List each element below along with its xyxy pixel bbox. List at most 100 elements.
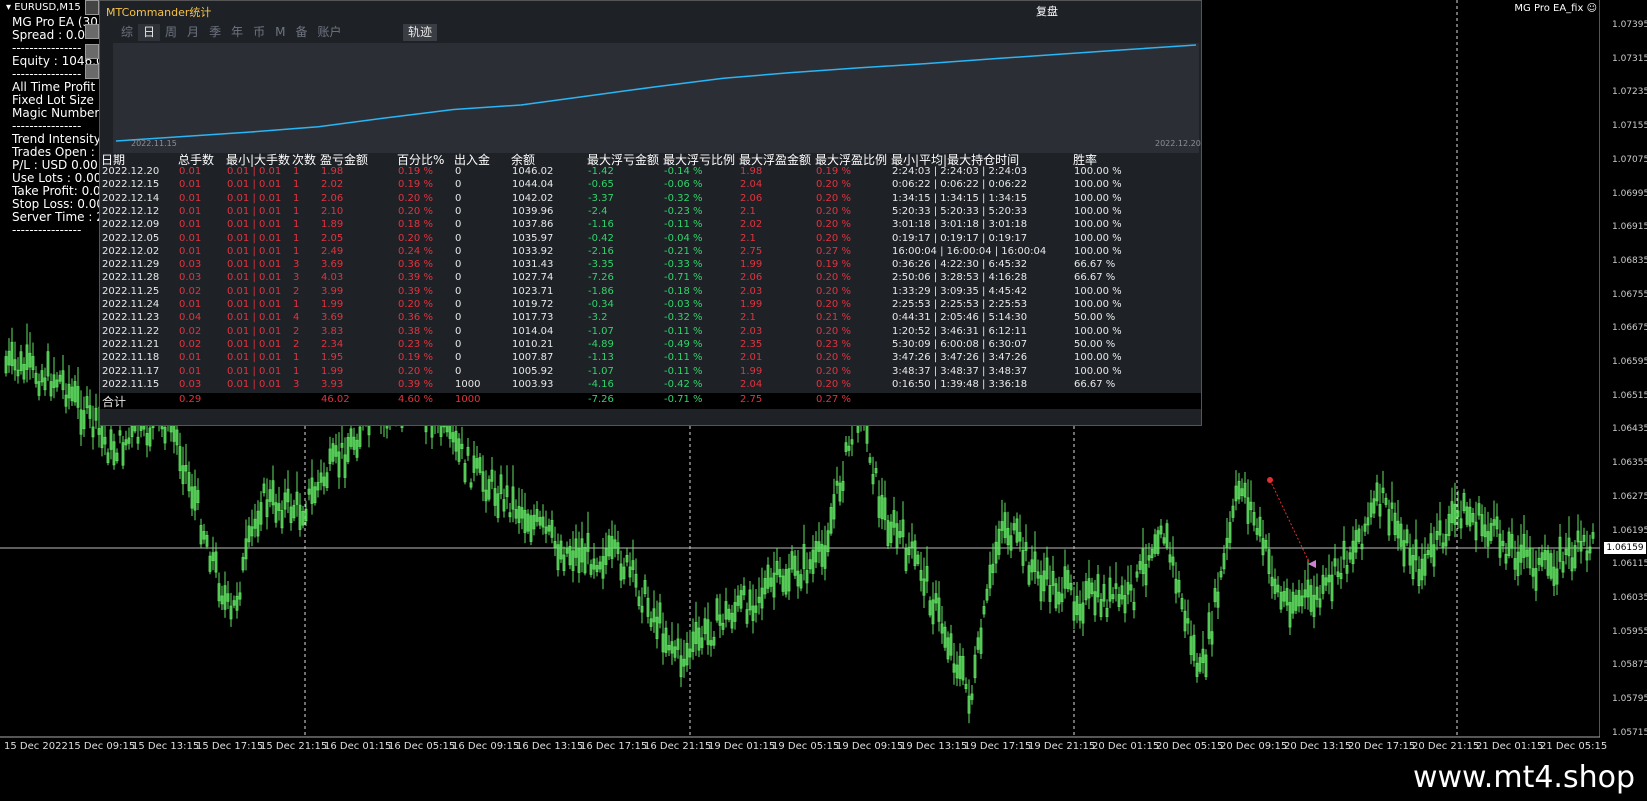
table-cell: 0.21 % xyxy=(816,312,851,324)
table-cell: -4.89 xyxy=(588,338,614,350)
trade-close-marker[interactable] xyxy=(1308,560,1316,568)
table-row[interactable]: 2022.11.21 0.02 0.01 | 0.01 2 2.34 0.23 % 0 101… xyxy=(100,339,1201,353)
minimize-button[interactable] xyxy=(85,0,99,15)
tab-0[interactable]: 综 xyxy=(116,24,138,41)
table-cell: -0.11 % xyxy=(664,325,703,337)
footer-strip xyxy=(0,758,1647,801)
table-cell: 0.20 % xyxy=(398,232,433,244)
price-tick-label: 1.06515 xyxy=(1612,390,1647,401)
time-tick-label: 20 Dec 13:15 xyxy=(1284,741,1352,752)
tab-1[interactable]: 日 xyxy=(138,24,161,41)
table-cell: 0 xyxy=(455,272,462,284)
total-max-gain: 2.75 xyxy=(740,394,763,405)
trade-open-marker[interactable] xyxy=(1267,477,1273,483)
table-row[interactable]: 2022.11.28 0.03 0.01 | 0.01 3 4.03 0.39 % 0 102… xyxy=(100,272,1201,286)
info-toggle-3-button[interactable] xyxy=(85,64,99,79)
table-cell: 0 xyxy=(455,245,462,257)
table-cell: 0.04 xyxy=(179,312,202,324)
table-cell: 0.01 | 0.01 xyxy=(227,219,282,231)
table-row[interactable]: 2022.12.09 0.01 0.01 | 0.01 1 1.89 0.18 % 0 103… xyxy=(100,219,1201,233)
table-cell: 0.01 xyxy=(179,232,202,244)
tab-2[interactable]: 周 xyxy=(160,24,182,41)
table-row[interactable]: 2022.12.02 0.01 0.01 | 0.01 1 2.49 0.24 % 0 103… xyxy=(100,246,1201,260)
table-row[interactable]: 2022.12.05 0.01 0.01 | 0.01 1 2.05 0.20 % 0 103… xyxy=(100,233,1201,247)
table-cell: 2.75 xyxy=(740,245,763,257)
table-cell: 0.01 | 0.01 xyxy=(227,259,282,271)
trade-line xyxy=(1269,479,1311,565)
table-cell: 0.20 % xyxy=(816,299,851,310)
price-tick-label: 1.06355 xyxy=(1612,458,1647,469)
table-cell: 3.69 xyxy=(321,312,344,324)
table-cell: 2022.11.18 xyxy=(102,352,160,364)
time-tick-label: 16 Dec 21:15 xyxy=(644,741,712,752)
table-cell: 0.20 % xyxy=(816,325,851,337)
tab-3[interactable]: 月 xyxy=(182,24,204,41)
table-cell: 0.01 xyxy=(179,352,202,364)
price-tick-label: 1.07315 xyxy=(1612,53,1647,64)
table-cell: 0 xyxy=(455,166,462,177)
table-cell: 2.06 xyxy=(321,192,344,204)
table-row[interactable]: 2022.11.23 0.04 0.01 | 0.01 4 3.69 0.36 % 0 101… xyxy=(100,312,1201,326)
table-cell: 1 xyxy=(293,219,300,231)
table-row[interactable]: 2022.12.20 0.01 0.01 | 0.01 1 1.98 0.19 % 0 104… xyxy=(100,166,1201,180)
table-row[interactable]: 2022.12.15 0.01 0.01 | 0.01 1 2.02 0.19 % 0 104… xyxy=(100,179,1201,193)
tab-8[interactable]: 备 xyxy=(290,24,312,41)
table-cell: 0.19 % xyxy=(816,166,851,177)
table-row[interactable]: 2022.12.14 0.01 0.01 | 0.01 1 2.06 0.20 % 0 104… xyxy=(100,193,1201,207)
info-toggle-1-button[interactable] xyxy=(85,24,99,39)
tab-4[interactable]: 季 xyxy=(204,24,226,41)
table-cell: 0.01 xyxy=(179,179,202,191)
total-row: 合计 0.29 46.02 4.60 % 1000 -7.26 -0.71 % 2.75 0.2… xyxy=(100,393,1201,409)
table-cell: 0:19:17 | 0:19:17 | 0:19:17 xyxy=(892,232,1028,244)
table-cell: -0.32 % xyxy=(664,312,703,324)
table-cell: 100.00 % xyxy=(1074,365,1122,377)
table-row[interactable]: 2022.12.12 0.01 0.01 | 0.01 1 2.10 0.20 % 0 103… xyxy=(100,206,1201,220)
tab-9[interactable]: 账户 xyxy=(312,24,346,41)
table-cell: 100.00 % xyxy=(1074,205,1122,217)
table-cell: 0.20 % xyxy=(398,205,433,217)
table-cell: 0.39 % xyxy=(398,285,433,297)
table-row[interactable]: 2022.11.15 0.03 0.01 | 0.01 3 3.93 0.39 % 1000… xyxy=(100,379,1201,393)
time-tick-label: 20 Dec 01:15 xyxy=(1092,741,1160,752)
tab-5[interactable]: 年 xyxy=(226,24,248,41)
table-cell: 0.01 | 0.01 xyxy=(227,166,282,177)
panel-title: MTCommander统计 xyxy=(106,6,212,19)
time-tick-label: 19 Dec 17:15 xyxy=(964,741,1032,752)
table-cell: -0.34 xyxy=(588,299,614,310)
table-cell: 2.1 xyxy=(740,232,756,244)
table-cell: 2.49 xyxy=(321,245,344,257)
table-cell: 0 xyxy=(455,179,462,191)
table-cell: 0.20 % xyxy=(816,352,851,364)
table-row[interactable]: 2022.11.25 0.02 0.01 | 0.01 2 3.99 0.39 % 0 102… xyxy=(100,286,1201,300)
track-button[interactable]: 轨迹 xyxy=(403,24,438,41)
table-cell: 1031.43 xyxy=(512,259,554,271)
table-cell: 1037.86 xyxy=(512,219,554,231)
table-row[interactable]: 2022.11.29 0.03 0.01 | 0.01 3 3.69 0.36 % 0 103… xyxy=(100,259,1201,273)
table-cell: 100.00 % xyxy=(1074,166,1122,177)
tab-6[interactable]: 币 xyxy=(248,24,270,41)
equity-line xyxy=(115,44,1197,142)
table-cell: -0.23 % xyxy=(664,205,703,217)
table-cell: 2.34 xyxy=(321,338,344,350)
table-row[interactable]: 2022.11.24 0.01 0.01 | 0.01 1 1.99 0.20 % 0 101… xyxy=(100,299,1201,313)
symbol-name: EURUSD,M15 xyxy=(14,2,81,13)
table-cell: 1007.87 xyxy=(512,352,554,364)
restore-button[interactable]: 复盘 xyxy=(1036,3,1058,19)
table-cell: 0.19 % xyxy=(398,179,433,191)
table-row[interactable]: 2022.11.18 0.01 0.01 | 0.01 1 1.95 0.19 % 0 100… xyxy=(100,352,1201,366)
table-cell: 2.04 xyxy=(740,179,763,191)
table-cell: 0.38 % xyxy=(398,325,433,337)
table-cell: 3.83 xyxy=(321,325,344,337)
table-cell: 1 xyxy=(293,166,300,177)
info-toggle-2-button[interactable] xyxy=(85,44,99,59)
tab-7[interactable]: M xyxy=(270,24,290,41)
price-tick-label: 1.07235 xyxy=(1612,87,1647,98)
table-cell: 0.23 % xyxy=(816,338,851,350)
equity-curve-svg xyxy=(115,44,1197,142)
table-cell: -0.04 % xyxy=(664,232,703,244)
table-cell: 2.06 xyxy=(740,272,763,284)
price-tick-label: 1.06435 xyxy=(1612,424,1647,435)
table-row[interactable]: 2022.11.17 0.01 0.01 | 0.01 1 1.99 0.20 % 0 100… xyxy=(100,366,1201,380)
table-row[interactable]: 2022.11.22 0.02 0.01 | 0.01 2 3.83 0.38 % 0 101… xyxy=(100,326,1201,340)
table-cell: 0.36 % xyxy=(398,259,433,271)
